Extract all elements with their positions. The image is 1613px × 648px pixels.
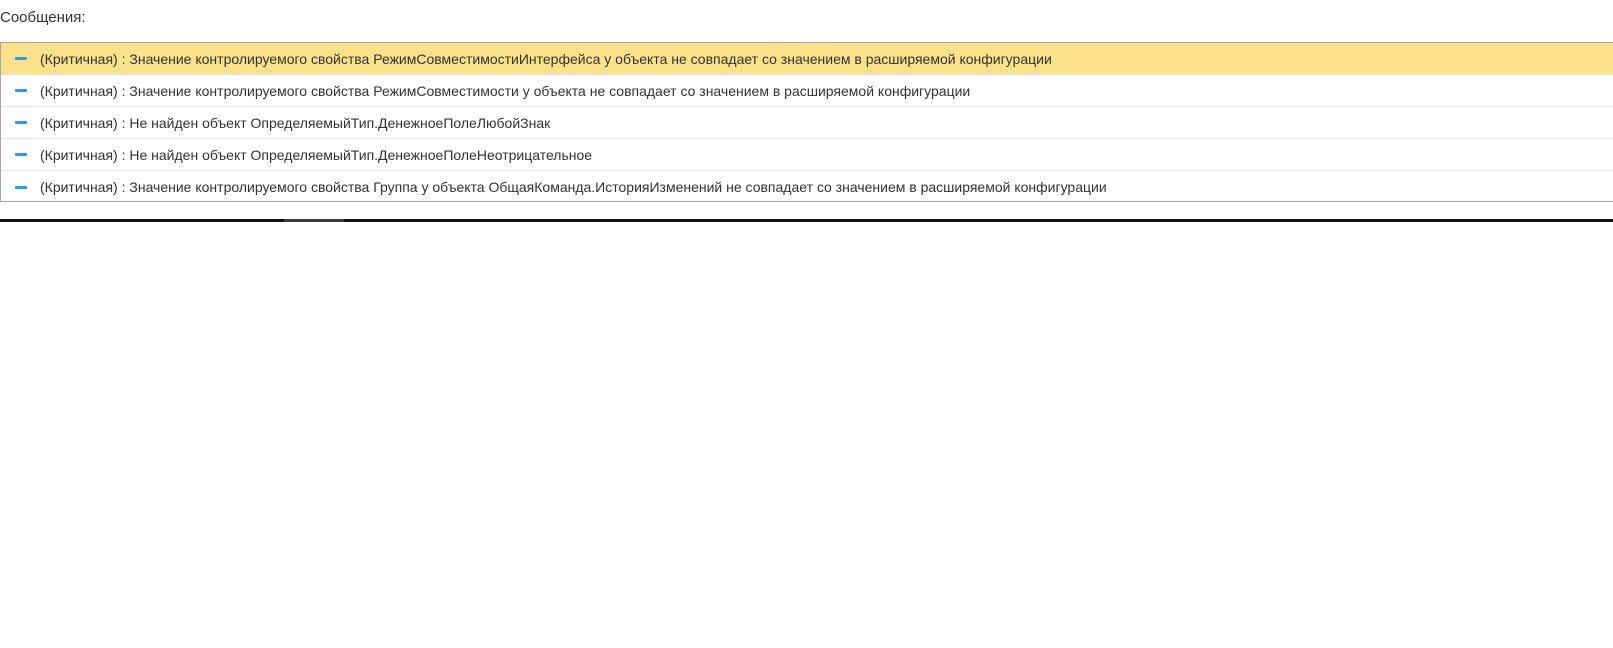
dash-icon xyxy=(15,153,27,156)
message-text: (Критичная) : Не найден объект Определяе… xyxy=(40,146,593,163)
message-text: (Критичная) : Значение контролируемого с… xyxy=(40,82,971,99)
message-row[interactable]: (Критичная) : Значение контролируемого с… xyxy=(1,75,1613,107)
message-row[interactable]: (Критичная) : Не найден объект Определяе… xyxy=(1,139,1613,171)
panel-splitter[interactable] xyxy=(0,219,1613,222)
dash-icon xyxy=(15,89,27,92)
message-text: (Критичная) : Значение контролируемого с… xyxy=(40,179,1107,195)
messages-title: Сообщения: xyxy=(0,9,86,26)
message-row[interactable]: (Критичная) : Значение контролируемого с… xyxy=(1,43,1613,75)
splitter-handle[interactable] xyxy=(284,219,344,222)
message-text: (Критичная) : Значение контролируемого с… xyxy=(40,50,1052,67)
message-row[interactable]: (Критичная) : Не найден объект Определяе… xyxy=(1,107,1613,139)
message-text: (Критичная) : Не найден объект Определяе… xyxy=(40,114,551,131)
messages-list[interactable]: (Критичная) : Значение контролируемого с… xyxy=(0,42,1613,202)
messages-window: Сообщения: (Критичная) : Значение контро… xyxy=(0,0,1613,648)
dash-icon xyxy=(15,57,27,60)
message-row[interactable]: (Критичная) : Значение контролируемого с… xyxy=(1,171,1613,203)
dash-icon xyxy=(15,185,27,189)
dash-icon xyxy=(15,121,27,124)
